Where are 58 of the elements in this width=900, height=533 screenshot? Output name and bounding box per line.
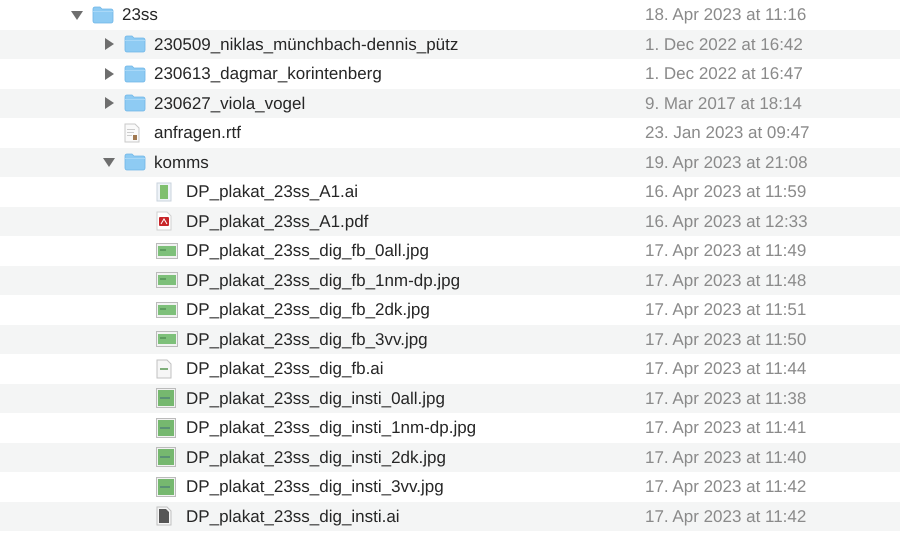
date-modified: 17. Apr 2023 at 11:48 xyxy=(645,270,806,292)
folder-icon xyxy=(124,35,146,54)
file-name[interactable]: DP_plakat_23ss_dig_insti_1nm-dp.jpg xyxy=(186,415,476,440)
folder-icon xyxy=(124,94,146,112)
image-icon xyxy=(156,331,178,348)
folder-icon xyxy=(124,64,146,83)
folder-icon xyxy=(124,153,146,172)
file-name[interactable]: 23ss xyxy=(122,2,158,28)
date-modified: 17. Apr 2023 at 11:42 xyxy=(645,476,806,498)
disclosure-triangle-icon[interactable] xyxy=(102,155,116,170)
date-modified: 16. Apr 2023 at 11:59 xyxy=(645,181,806,203)
image-icon xyxy=(156,242,178,259)
file-name[interactable]: DP_plakat_23ss_dig_insti.ai xyxy=(186,504,400,529)
document-icon xyxy=(156,358,172,379)
date-modified: 17. Apr 2023 at 11:40 xyxy=(645,446,806,468)
disclosure-triangle-icon[interactable] xyxy=(102,66,116,81)
file-name[interactable]: DP_plakat_23ss_dig_insti_3vv.jpg xyxy=(186,474,444,500)
file-name[interactable]: DP_plakat_23ss_dig_insti_2dk.jpg xyxy=(186,444,446,470)
date-modified: 1. Dec 2022 at 16:47 xyxy=(645,63,803,85)
date-modified: 17. Apr 2023 at 11:42 xyxy=(645,506,806,528)
file-name[interactable]: DP_plakat_23ss_A1.pdf xyxy=(186,208,368,234)
date-modified: 17. Apr 2023 at 11:44 xyxy=(645,358,806,380)
image-icon xyxy=(156,388,176,408)
date-modified: 17. Apr 2023 at 11:49 xyxy=(645,240,806,262)
file-name[interactable]: DP_plakat_23ss_dig_insti_0all.jpg xyxy=(186,386,445,411)
image-icon xyxy=(156,302,178,318)
image-icon xyxy=(156,272,178,288)
image-icon xyxy=(156,418,176,438)
file-name[interactable]: DP_plakat_23ss_dig_fb.ai xyxy=(186,356,384,382)
folder-icon xyxy=(92,6,114,24)
pdf-document-icon xyxy=(156,211,172,232)
image-icon xyxy=(156,476,176,497)
date-modified: 17. Apr 2023 at 11:51 xyxy=(645,299,806,321)
date-modified: 1. Dec 2022 at 16:42 xyxy=(645,34,803,56)
file-name[interactable]: DP_plakat_23ss_dig_fb_2dk.jpg xyxy=(186,297,430,322)
date-modified: 18. Apr 2023 at 11:16 xyxy=(645,4,806,26)
file-name[interactable]: komms xyxy=(154,150,209,175)
disclosure-triangle-icon[interactable] xyxy=(102,37,116,52)
file-name[interactable]: 230613_dagmar_korintenberg xyxy=(154,61,382,86)
document-icon xyxy=(156,506,172,526)
file-name[interactable]: 230627_viola_vogel xyxy=(154,90,306,116)
file-name[interactable]: DP_plakat_23ss_dig_fb_1nm-dp.jpg xyxy=(186,268,460,293)
date-modified: 17. Apr 2023 at 11:50 xyxy=(645,328,806,350)
image-icon xyxy=(156,447,176,468)
file-name[interactable]: DP_plakat_23ss_dig_fb_3vv.jpg xyxy=(186,326,428,352)
file-name[interactable]: anfragen.rtf xyxy=(154,120,241,146)
document-icon xyxy=(156,182,172,202)
document-icon xyxy=(124,122,140,143)
disclosure-triangle-icon[interactable] xyxy=(102,96,116,110)
date-modified: 17. Apr 2023 at 11:41 xyxy=(645,417,806,439)
file-name[interactable]: 230509_niklas_münchbach-dennis_pütz xyxy=(154,32,458,57)
date-modified: 23. Jan 2023 at 09:47 xyxy=(645,122,810,144)
date-modified: 17. Apr 2023 at 11:38 xyxy=(645,388,806,410)
file-name[interactable]: DP_plakat_23ss_A1.ai xyxy=(186,179,358,204)
date-modified: 16. Apr 2023 at 12:33 xyxy=(645,210,808,232)
date-modified: 9. Mar 2017 at 18:14 xyxy=(645,92,802,114)
file-name[interactable]: DP_plakat_23ss_dig_fb_0all.jpg xyxy=(186,238,429,264)
date-modified: 19. Apr 2023 at 21:08 xyxy=(645,152,808,174)
